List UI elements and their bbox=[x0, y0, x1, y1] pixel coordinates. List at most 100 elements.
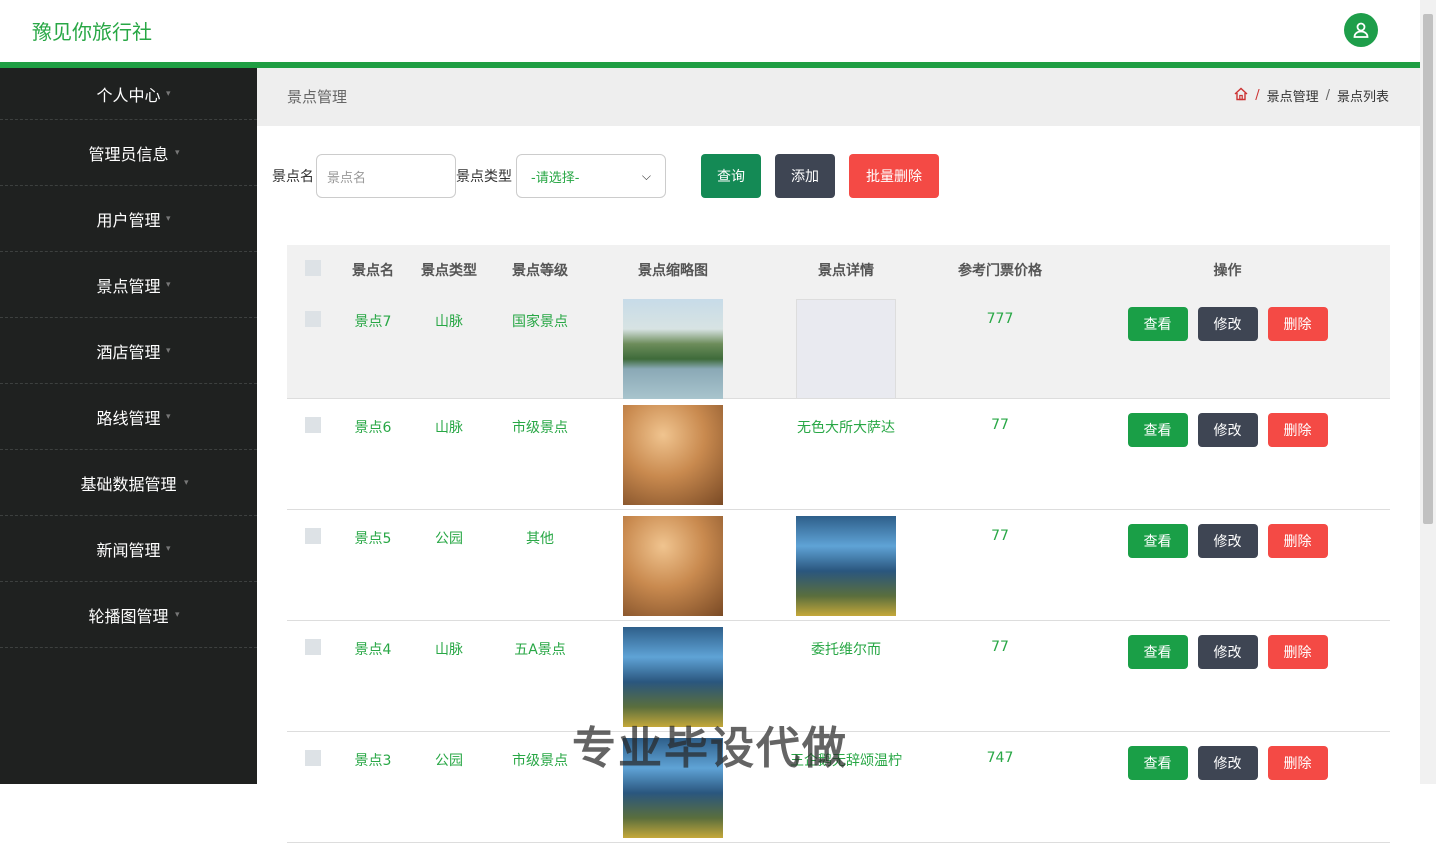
user-avatar-icon[interactable] bbox=[1344, 13, 1378, 47]
cell-level: 市级景点 bbox=[512, 420, 568, 436]
sidebar-item[interactable]: 路线管理 ▾ bbox=[0, 384, 257, 450]
breadcrumb-bar: 景点管理 / 景点管理 / 景点列表 bbox=[257, 68, 1420, 126]
delete-button[interactable]: 删除 bbox=[1267, 307, 1328, 341]
sidebar-item[interactable]: 酒店管理 ▾ bbox=[0, 318, 257, 384]
cell-type: 山脉 bbox=[435, 420, 463, 436]
breadcrumb: / 景点管理 / 景点列表 bbox=[1234, 86, 1389, 105]
cell-price: 747 bbox=[986, 750, 1014, 766]
sidebar-item-label: 轮播图管理 bbox=[88, 606, 169, 626]
name-label: 景点名 bbox=[272, 169, 314, 185]
scrollbar-thumb[interactable] bbox=[1423, 14, 1433, 524]
view-button[interactable]: 查看 bbox=[1127, 635, 1188, 669]
caret-down-icon: ▾ bbox=[175, 609, 180, 620]
add-button[interactable]: 添加 bbox=[775, 154, 835, 198]
sidebar-item[interactable]: 用户管理 ▾ bbox=[0, 186, 257, 252]
sidebar-item-label: 景点管理 bbox=[96, 276, 161, 296]
sidebar-item-label: 个人中心 bbox=[96, 85, 161, 105]
sidebar-item[interactable]: 景点管理 ▾ bbox=[0, 252, 257, 318]
sidebar-item-label: 酒店管理 bbox=[96, 342, 161, 362]
sidebar: 个人中心 ▾ 管理员信息 ▾ 用户管理 ▾ 景点管理 ▾ 酒店管理 ▾ 路线管理 ▾ 基础数据管理 ▾ 新闻… bbox=[0, 68, 257, 784]
row-checkbox[interactable] bbox=[305, 528, 321, 544]
sidebar-item[interactable]: 基础数据管理 ▾ bbox=[0, 450, 257, 516]
edit-button[interactable]: 修改 bbox=[1197, 524, 1258, 558]
edit-button[interactable]: 修改 bbox=[1197, 413, 1258, 447]
thumbnail-image[interactable] bbox=[623, 299, 723, 399]
detail-text: 无色大所大萨达 bbox=[797, 420, 895, 436]
cell-price: 77 bbox=[991, 639, 1009, 655]
cell-price: 77 bbox=[991, 528, 1009, 544]
detail-image[interactable] bbox=[796, 299, 896, 399]
caret-down-icon: ▾ bbox=[166, 345, 171, 356]
name-search-input[interactable]: 景点名 bbox=[316, 154, 456, 198]
breadcrumb-item-current: 景点列表 bbox=[1336, 90, 1389, 105]
select-all-checkbox[interactable] bbox=[305, 260, 321, 276]
cell-name: 景点5 bbox=[354, 531, 392, 547]
table-header: 景点名 景点类型 景点等级 景点缩略图 景点详情 参考门票价格 操作 bbox=[287, 245, 1390, 295]
delete-button[interactable]: 删除 bbox=[1267, 524, 1328, 558]
cell-name: 景点6 bbox=[354, 420, 392, 436]
batch-delete-button[interactable]: 批量删除 bbox=[849, 154, 939, 198]
page-title: 景点管理 bbox=[287, 88, 348, 106]
edit-button[interactable]: 修改 bbox=[1197, 307, 1258, 341]
view-button[interactable]: 查看 bbox=[1127, 746, 1188, 780]
main-content: 景点管理 / 景点管理 / 景点列表 景点名 景点名 景点类型 -请选择- ⌵ … bbox=[257, 68, 1420, 843]
cell-name: 景点3 bbox=[354, 753, 392, 769]
sidebar-item[interactable]: 轮播图管理 ▾ bbox=[0, 582, 257, 648]
row-checkbox[interactable] bbox=[305, 311, 321, 327]
row-checkbox[interactable] bbox=[305, 417, 321, 433]
chevron-down-icon: ⌵ bbox=[641, 168, 651, 183]
cell-type: 公园 bbox=[435, 753, 463, 769]
col-name: 景点名 bbox=[352, 263, 394, 279]
sidebar-item-label: 新闻管理 bbox=[96, 540, 161, 560]
caret-down-icon: ▾ bbox=[166, 88, 171, 99]
edit-button[interactable]: 修改 bbox=[1197, 635, 1258, 669]
col-detail: 景点详情 bbox=[818, 263, 874, 279]
caret-down-icon: ▾ bbox=[166, 411, 171, 422]
view-button[interactable]: 查看 bbox=[1127, 413, 1188, 447]
detail-text: 委托维尔而 bbox=[811, 642, 881, 658]
sidebar-item-label: 基础数据管理 bbox=[80, 474, 177, 494]
caret-down-icon: ▾ bbox=[184, 477, 189, 488]
view-button[interactable]: 查看 bbox=[1127, 524, 1188, 558]
thumbnail-image[interactable] bbox=[623, 405, 723, 505]
table-row: 景点7 山脉 国家景点 777 查看 修改 删除 bbox=[287, 293, 1390, 399]
cell-price: 77 bbox=[991, 417, 1009, 433]
caret-down-icon: ▾ bbox=[166, 213, 171, 224]
table-row: 景点5 公园 其他 77 查看 修改 删除 bbox=[287, 510, 1390, 621]
site-brand[interactable]: 豫见你旅行社 bbox=[32, 16, 152, 45]
cell-name: 景点4 bbox=[354, 642, 392, 658]
caret-down-icon: ▾ bbox=[175, 147, 180, 158]
delete-button[interactable]: 删除 bbox=[1267, 746, 1328, 780]
query-button[interactable]: 查询 bbox=[701, 154, 761, 198]
delete-button[interactable]: 删除 bbox=[1267, 413, 1328, 447]
cell-detail bbox=[757, 293, 935, 399]
delete-button[interactable]: 删除 bbox=[1267, 635, 1328, 669]
col-thumb: 景点缩略图 bbox=[638, 263, 708, 279]
sidebar-item[interactable]: 新闻管理 ▾ bbox=[0, 516, 257, 582]
cell-detail bbox=[757, 510, 935, 616]
top-header: 豫见你旅行社 bbox=[0, 0, 1420, 62]
caret-down-icon: ▾ bbox=[166, 279, 171, 290]
breadcrumb-item-module[interactable]: 景点管理 bbox=[1267, 86, 1319, 105]
col-level: 景点等级 bbox=[512, 263, 568, 279]
sidebar-item[interactable]: 个人中心 ▾ bbox=[0, 68, 257, 120]
view-button[interactable]: 查看 bbox=[1127, 307, 1188, 341]
search-form: 景点名 景点名 景点类型 -请选择- ⌵ 查询 添加 批量删除 bbox=[272, 154, 939, 198]
detail-image[interactable] bbox=[796, 516, 896, 616]
row-checkbox[interactable] bbox=[305, 639, 321, 655]
watermark-text: 专业毕设代做 bbox=[572, 723, 848, 774]
cell-level: 国家景点 bbox=[512, 314, 568, 330]
cell-type: 公园 bbox=[435, 531, 463, 547]
type-select[interactable]: -请选择- ⌵ bbox=[516, 154, 666, 198]
sidebar-item-label: 管理员信息 bbox=[88, 144, 169, 164]
row-checkbox[interactable] bbox=[305, 750, 321, 766]
cell-level: 五A景点 bbox=[514, 642, 566, 658]
cell-level: 其他 bbox=[526, 531, 554, 547]
cell-price: 777 bbox=[986, 311, 1014, 327]
cell-detail: 无色大所大萨达 bbox=[757, 399, 935, 437]
home-icon[interactable] bbox=[1234, 87, 1248, 105]
edit-button[interactable]: 修改 bbox=[1197, 746, 1258, 780]
sidebar-item[interactable]: 管理员信息 ▾ bbox=[0, 120, 257, 186]
sidebar-item-label: 用户管理 bbox=[96, 210, 161, 230]
thumbnail-image[interactable] bbox=[623, 516, 723, 616]
